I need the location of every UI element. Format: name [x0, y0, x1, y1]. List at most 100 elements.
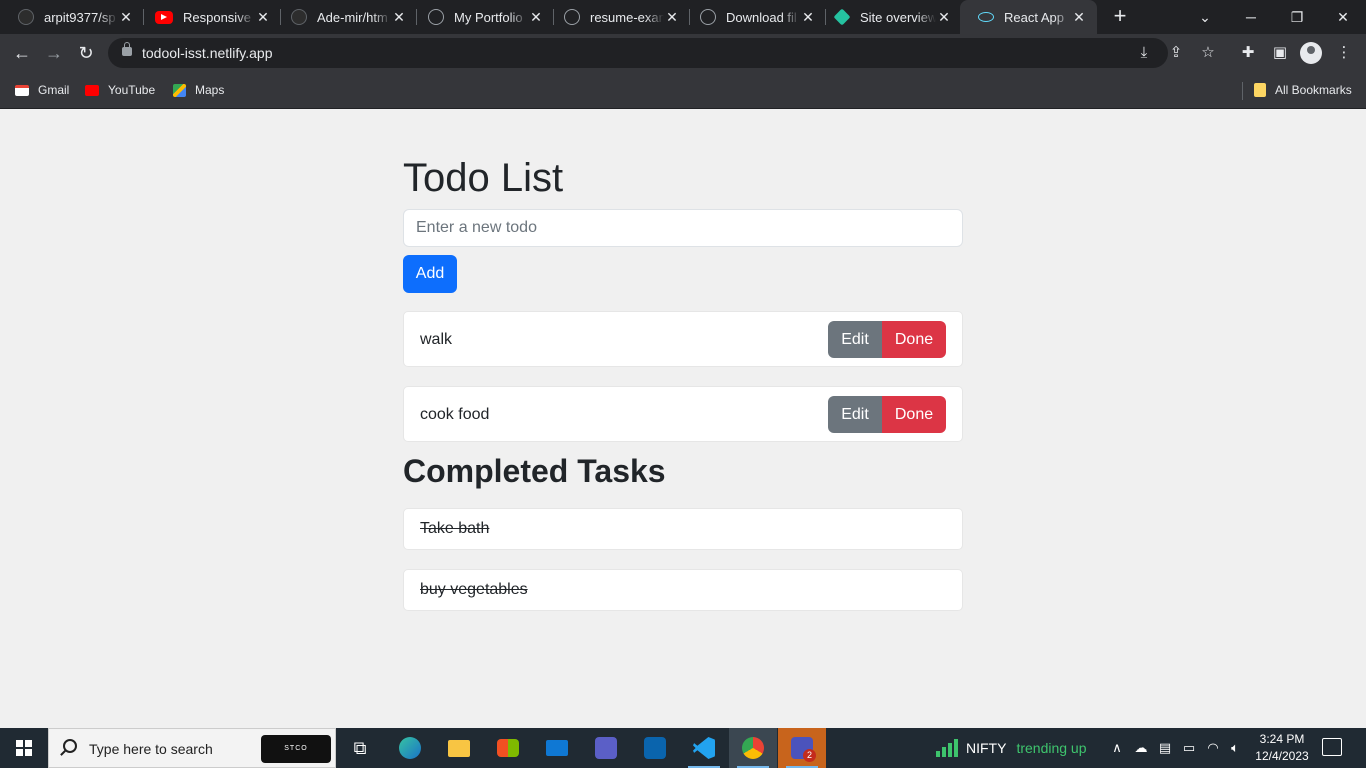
page-content: Todo List Add walk Edit Done cook food E…	[0, 109, 1366, 728]
wifi-icon[interactable]: ◠	[1204, 738, 1222, 758]
search-placeholder: Type here to search	[89, 741, 213, 757]
netlify-icon	[833, 8, 851, 26]
completed-item: Take bath	[403, 508, 963, 550]
close-window-icon[interactable]: ✕	[1320, 0, 1366, 34]
close-icon[interactable]: ✕	[391, 9, 407, 26]
stock-chart-icon	[936, 739, 958, 757]
search-icon	[63, 739, 77, 753]
close-icon[interactable]: ✕	[118, 9, 134, 26]
task-view-icon[interactable]: ⧉	[336, 728, 384, 768]
windows-icon	[16, 740, 32, 756]
extensions-icon[interactable]: ✚	[1238, 43, 1258, 63]
notification-badge: 2	[803, 749, 816, 762]
chevron-up-icon[interactable]: ∧	[1108, 738, 1126, 758]
menu-icon[interactable]: ⋮	[1334, 43, 1354, 63]
close-icon[interactable]: ✕	[528, 9, 544, 26]
globe-icon	[700, 9, 716, 25]
lock-icon[interactable]	[122, 42, 132, 56]
market-widget[interactable]: NIFTY trending up	[936, 739, 1087, 757]
github-icon	[18, 9, 34, 25]
back-icon[interactable]: ←	[10, 41, 34, 65]
close-icon[interactable]: ✕	[1071, 9, 1087, 26]
side-panel-icon[interactable]: ▣	[1270, 43, 1290, 63]
clock-time: 3:24 PM	[1259, 732, 1305, 746]
volume-icon[interactable]: 🔈︎	[1226, 738, 1244, 758]
install-app-icon[interactable]: ⤓	[1134, 43, 1154, 63]
tab-github-2[interactable]: Ade-mir/htm ✕	[273, 0, 417, 34]
notification-center-icon[interactable]	[1322, 738, 1342, 756]
bookmark-gmail[interactable]: Gmail	[15, 81, 69, 99]
address-bar[interactable]: todool-isst.netlify.app	[108, 38, 1168, 68]
taskbar-search[interactable]: Type here to search STCO	[48, 728, 336, 768]
bookmark-separator	[1242, 82, 1243, 100]
minimize-icon[interactable]: ─	[1228, 0, 1274, 34]
edge-icon[interactable]	[386, 728, 434, 768]
gmail-icon	[15, 84, 29, 96]
close-icon[interactable]: ✕	[255, 9, 271, 26]
tab-youtube[interactable]: Responsive P ✕	[137, 0, 281, 34]
tab-title: resume-exam	[590, 9, 664, 25]
close-icon[interactable]: ✕	[664, 9, 680, 26]
new-todo-input[interactable]	[403, 209, 963, 247]
bookmarks-bar: Gmail YouTube Maps All Bookmarks	[0, 72, 1366, 109]
tab-react-app[interactable]: React App ✕	[960, 0, 1097, 34]
display-icon[interactable]: ▤	[1156, 738, 1174, 758]
mail-icon[interactable]	[533, 728, 581, 768]
reload-icon[interactable]: ↻	[74, 41, 98, 65]
outlook-icon[interactable]	[631, 728, 679, 768]
tab-search-icon[interactable]: ⌄	[1182, 0, 1228, 34]
battery-icon[interactable]: ▭	[1180, 738, 1198, 758]
edit-button[interactable]: Edit	[828, 321, 882, 358]
github-icon	[291, 9, 307, 25]
maps-icon	[173, 83, 186, 97]
tab-title: My Portfolio	[454, 9, 523, 25]
onedrive-icon[interactable]: ☁	[1132, 738, 1150, 758]
browser-toolbar: ← → ↻ todool-isst.netlify.app ⤓ ⇪ ☆ ✚ ▣ …	[0, 34, 1366, 72]
all-bookmarks-label: All Bookmarks	[1275, 83, 1352, 97]
globe-icon	[428, 9, 444, 25]
store-icon[interactable]	[484, 728, 532, 768]
tab-title: arpit9377/sp	[44, 9, 116, 25]
tab-resume[interactable]: resume-exam ✕	[546, 0, 690, 34]
new-tab-button[interactable]: +	[1108, 5, 1132, 29]
system-clock[interactable]: 3:24 PM 12/4/2023	[1250, 731, 1314, 765]
tab-github-1[interactable]: arpit9377/sp ✕	[0, 0, 144, 34]
tab-title: Site overview	[860, 9, 936, 25]
todo-item: cook food Edit Done	[403, 386, 963, 442]
restore-icon[interactable]: ❐	[1274, 0, 1320, 34]
react-icon	[978, 12, 994, 22]
url-text[interactable]: todool-isst.netlify.app	[142, 45, 272, 61]
add-button[interactable]: Add	[403, 255, 457, 293]
market-label: NIFTY	[966, 740, 1007, 756]
edit-button[interactable]: Edit	[828, 396, 882, 433]
taskbar: Type here to search STCO ⧉ 2 NIFTY trend…	[0, 728, 1366, 768]
chrome-icon[interactable]	[729, 728, 777, 768]
share-icon[interactable]: ⇪	[1166, 43, 1186, 63]
file-explorer-icon[interactable]	[435, 728, 483, 768]
market-status: trending up	[1016, 740, 1087, 756]
completed-text: Take bath	[420, 520, 490, 537]
close-icon[interactable]: ✕	[800, 9, 816, 26]
teams-icon[interactable]	[582, 728, 630, 768]
bookmark-youtube[interactable]: YouTube	[85, 81, 155, 99]
profile-avatar[interactable]	[1300, 42, 1322, 64]
search-highlight-image[interactable]: STCO	[261, 735, 331, 763]
todo-item: walk Edit Done	[403, 311, 963, 367]
tab-download[interactable]: Download fil ✕	[682, 0, 826, 34]
tab-title: React App	[1004, 9, 1064, 25]
bookmark-maps[interactable]: Maps	[173, 81, 224, 99]
done-button[interactable]: Done	[882, 321, 946, 358]
teams-work-icon[interactable]: 2	[778, 728, 826, 768]
close-icon[interactable]: ✕	[936, 9, 952, 26]
done-button[interactable]: Done	[882, 396, 946, 433]
globe-icon	[564, 9, 580, 25]
vscode-icon[interactable]	[680, 728, 728, 768]
start-button[interactable]	[0, 728, 48, 768]
forward-icon[interactable]: →	[42, 41, 66, 65]
completed-title: Completed Tasks	[403, 453, 666, 489]
youtube-icon	[85, 84, 99, 96]
tab-portfolio[interactable]: My Portfolio ✕	[410, 0, 554, 34]
tab-site-overview[interactable]: Site overview ✕	[818, 0, 962, 34]
bookmark-star-icon[interactable]: ☆	[1198, 43, 1218, 63]
all-bookmarks[interactable]: All Bookmarks	[1254, 81, 1352, 99]
